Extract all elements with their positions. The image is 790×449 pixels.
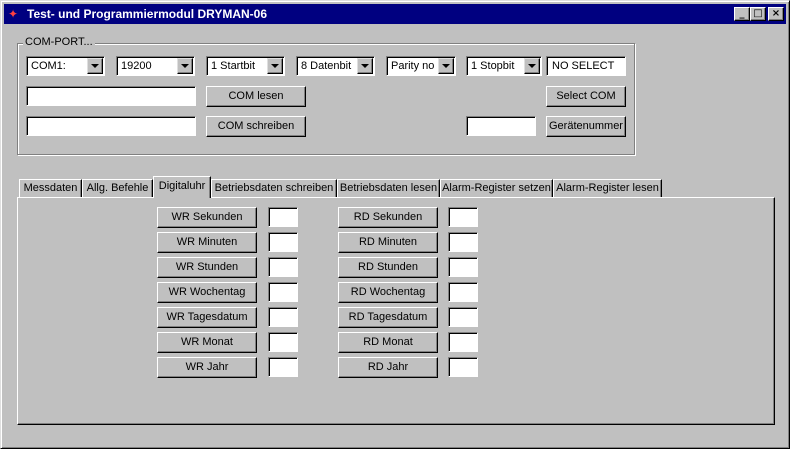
wr-minuten-field[interactable] (268, 232, 298, 252)
main-window: ✦ Test- und Programmiermodul DRYMAN-06 _… (0, 0, 790, 449)
wr-tagesdatum-button[interactable]: WR Tagesdatum (157, 307, 257, 328)
rd-monat-button[interactable]: RD Monat (338, 332, 438, 353)
rd-tagesdatum-button[interactable]: RD Tagesdatum (338, 307, 438, 328)
tab-betriebsdaten-lesen[interactable]: Betriebsdaten lesen (337, 179, 440, 198)
baud-rate-select[interactable]: 19200 (116, 56, 195, 76)
rd-minuten-field[interactable] (448, 232, 478, 252)
minimize-button[interactable]: _ (734, 7, 750, 21)
com-status-value: NO SELECT (552, 60, 615, 72)
rd-monat-field[interactable] (448, 332, 478, 352)
com-port-value: COM1: (31, 60, 66, 72)
rd-sekunden-field[interactable] (448, 207, 478, 227)
title-bar[interactable]: ✦ Test- und Programmiermodul DRYMAN-06 _… (4, 4, 786, 24)
com-status-field: NO SELECT (546, 56, 626, 76)
maximize-button[interactable]: □ (750, 7, 766, 21)
tab-alarm-register-lesen[interactable]: Alarm-Register lesen (553, 179, 662, 198)
wr-wochentag-field[interactable] (268, 282, 298, 302)
wr-sekunden-button[interactable]: WR Sekunden (157, 207, 257, 228)
rd-minuten-button[interactable]: RD Minuten (338, 232, 438, 253)
stopbit-select[interactable]: 1 Stopbit (466, 56, 542, 76)
wr-minuten-button[interactable]: WR Minuten (157, 232, 257, 253)
tab-allg-befehle[interactable]: Allg. Befehle (82, 179, 153, 198)
rd-jahr-button[interactable]: RD Jahr (338, 357, 438, 378)
chevron-down-icon[interactable] (177, 58, 193, 74)
rd-sekunden-button[interactable]: RD Sekunden (338, 207, 438, 228)
chevron-down-icon[interactable] (524, 58, 540, 74)
tab-messdaten[interactable]: Messdaten (19, 179, 82, 198)
app-icon[interactable]: ✦ (8, 7, 24, 21)
com-read-button[interactable]: COM lesen (206, 86, 306, 107)
stopbit-value: 1 Stopbit (471, 60, 515, 72)
device-number-button[interactable]: Gerätenummer (546, 116, 626, 137)
tab-digitaluhr[interactable]: Digitaluhr (153, 176, 211, 198)
chevron-down-icon[interactable] (267, 58, 283, 74)
rd-wochentag-button[interactable]: RD Wochentag (338, 282, 438, 303)
parity-value: Parity no (391, 60, 435, 72)
rd-tagesdatum-field[interactable] (448, 307, 478, 327)
tab-alarm-register-setzen[interactable]: Alarm-Register setzen (440, 179, 553, 198)
com-write-button[interactable]: COM schreiben (206, 116, 306, 137)
rd-jahr-field[interactable] (448, 357, 478, 377)
rd-wochentag-field[interactable] (448, 282, 478, 302)
chevron-down-icon[interactable] (438, 58, 454, 74)
startbit-select[interactable]: 1 Startbit (206, 56, 285, 76)
wr-jahr-button[interactable]: WR Jahr (157, 357, 257, 378)
com-port-select[interactable]: COM1: (26, 56, 105, 76)
device-number-field[interactable] (466, 116, 536, 136)
datenbit-value: 8 Datenbit (301, 60, 352, 72)
wr-wochentag-button[interactable]: WR Wochentag (157, 282, 257, 303)
tab-betriebsdaten-schreiben[interactable]: Betriebsdaten schreiben (211, 179, 337, 198)
datenbit-select[interactable]: 8 Datenbit (296, 56, 375, 76)
wr-stunden-field[interactable] (268, 257, 298, 277)
close-button[interactable]: × (768, 7, 784, 21)
wr-stunden-button[interactable]: WR Stunden (157, 257, 257, 278)
baud-rate-value: 19200 (121, 60, 152, 72)
wr-monat-field[interactable] (268, 332, 298, 352)
rd-stunden-field[interactable] (448, 257, 478, 277)
wr-monat-button[interactable]: WR Monat (157, 332, 257, 353)
parity-select[interactable]: Parity no (386, 56, 456, 76)
window-title: Test- und Programmiermodul DRYMAN-06 (27, 7, 268, 21)
chevron-down-icon[interactable] (87, 58, 103, 74)
wr-jahr-field[interactable] (268, 357, 298, 377)
com-read-field[interactable] (26, 86, 196, 106)
wr-tagesdatum-field[interactable] (268, 307, 298, 327)
wr-sekunden-field[interactable] (268, 207, 298, 227)
startbit-value: 1 Startbit (211, 60, 256, 72)
chevron-down-icon[interactable] (357, 58, 373, 74)
rd-stunden-button[interactable]: RD Stunden (338, 257, 438, 278)
select-com-button[interactable]: Select COM (546, 86, 626, 107)
comport-group-label: COM-PORT... (23, 36, 95, 48)
com-write-field[interactable] (26, 116, 196, 136)
